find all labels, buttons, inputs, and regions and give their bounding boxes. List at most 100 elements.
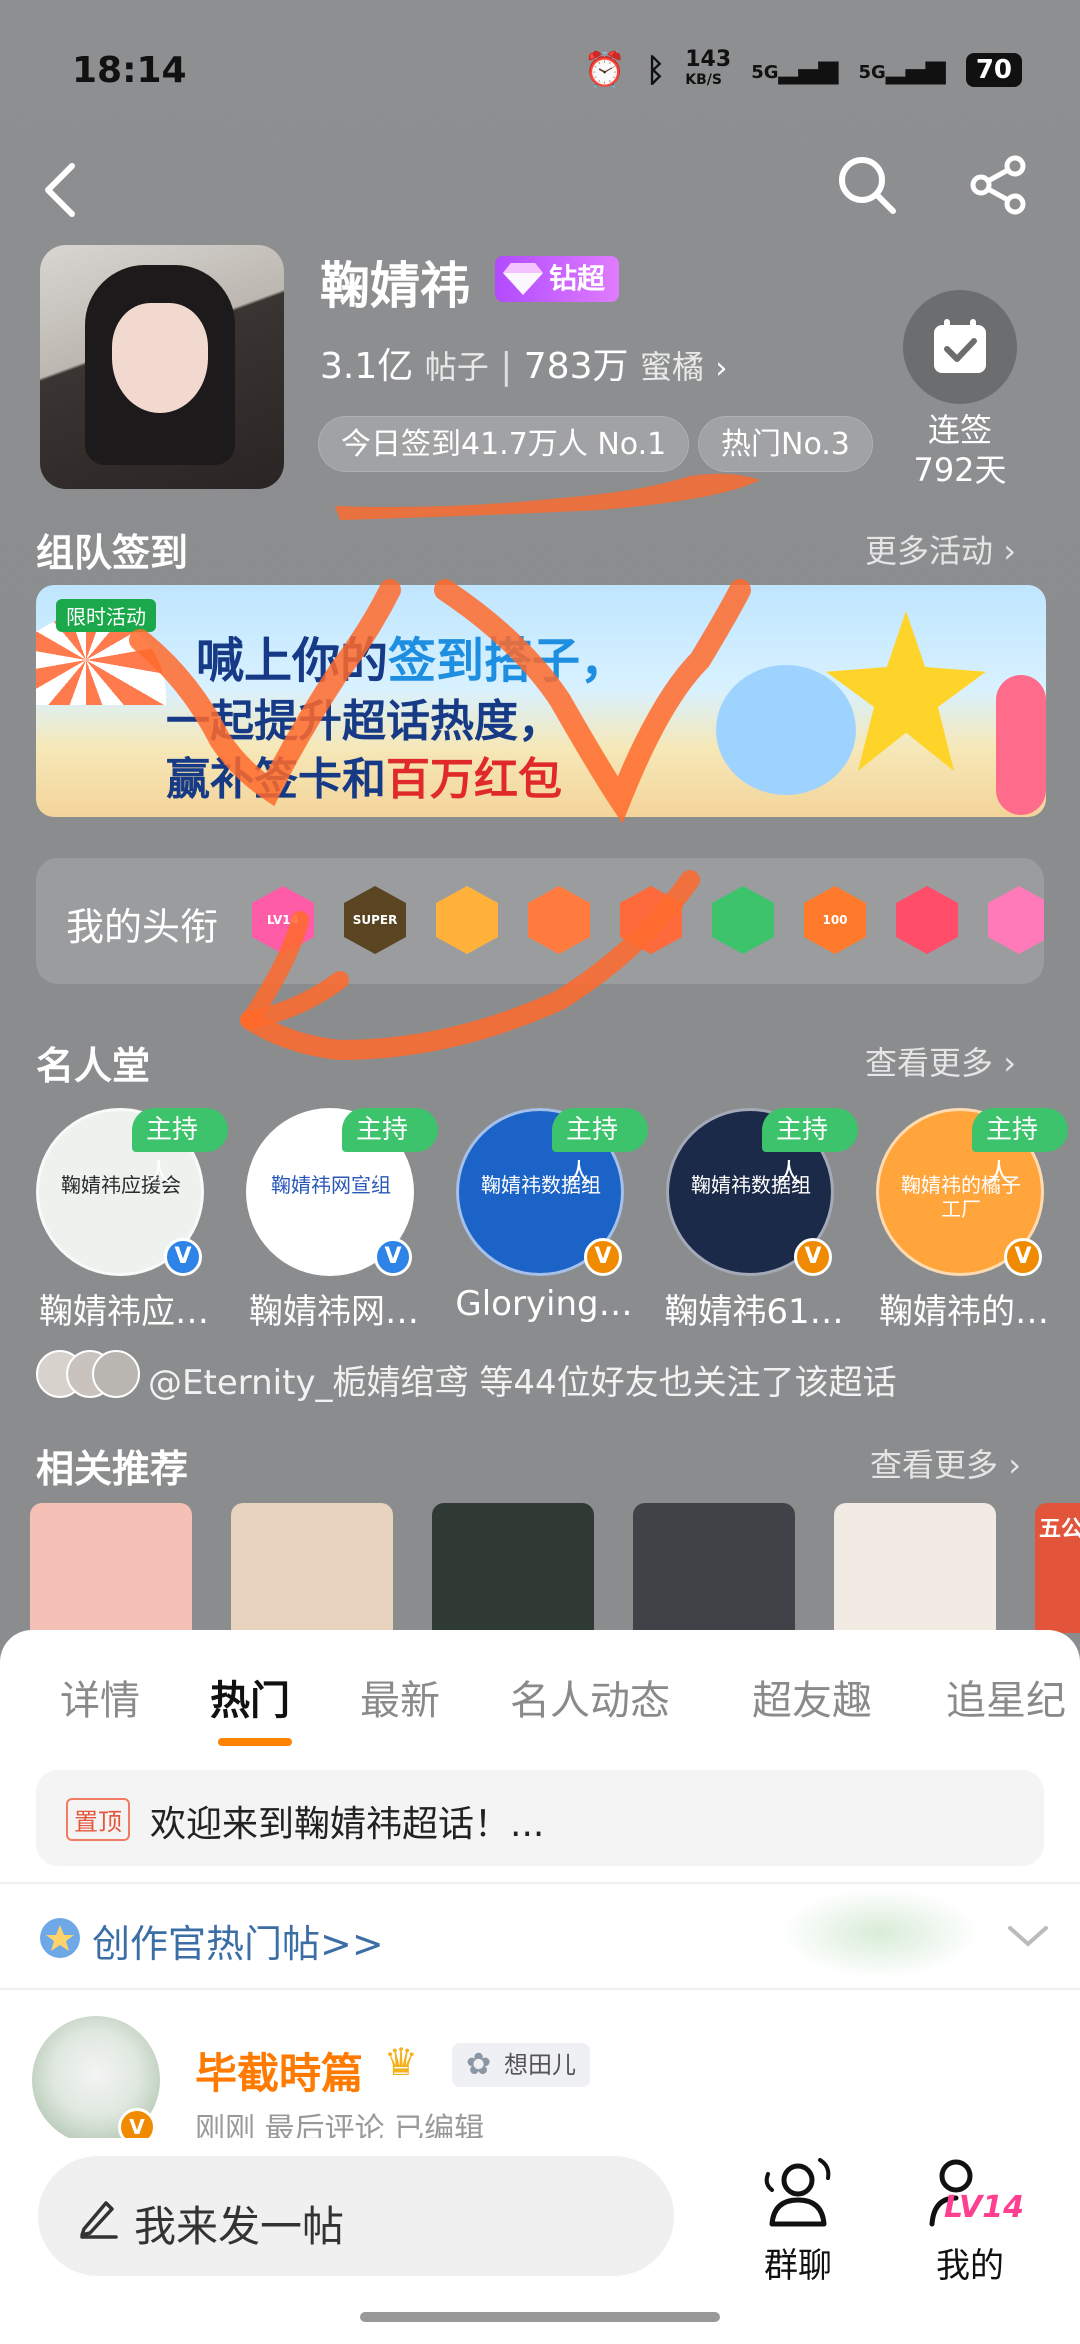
super-crown-badge-icon[interactable]: SUPER: [344, 886, 406, 954]
chevron-right-icon: ›: [1003, 532, 1016, 570]
related-topic-thumb[interactable]: [633, 1503, 795, 1633]
hall-of-fame-member[interactable]: 鞠婧祎网宣组 主持人 V 鞠婧祎网…: [238, 1108, 438, 1328]
back-arrow-icon: [45, 163, 75, 217]
net-speed-unit: KB/S: [685, 72, 722, 88]
hot-rank-pill[interactable]: 热门No.3: [698, 416, 873, 472]
banner-line-3b: 百万红包: [386, 754, 562, 805]
elephant-mascot-icon: [716, 665, 856, 795]
related-topic-thumb[interactable]: [231, 1503, 393, 1633]
diamond-badge-label: 钻超: [549, 262, 606, 295]
bird-badge-icon[interactable]: [620, 886, 682, 954]
related-thumb-text: 五公: [1039, 1517, 1080, 1542]
divider: [0, 1988, 1080, 1990]
diamond-super-badge[interactable]: 钻超: [495, 256, 620, 302]
hall-of-fame-row: 鞠婧祎应援会 主持人 V 鞠婧祎应… 鞠婧祎网宣组 主持人 V 鞠婧祎网… 鞠婧祎数据组 主持人 V…: [28, 1108, 1080, 1328]
hall-of-fame-member[interactable]: 鞠婧祎数据组 主持人 V 鞠婧祎61…: [658, 1108, 858, 1328]
chevron-right-icon: ›: [715, 351, 728, 386]
streak-info: 连签 792天: [890, 410, 1030, 490]
related-topic-thumb[interactable]: [432, 1503, 594, 1633]
banner-line-3: 赢补签卡和百万红包: [166, 743, 562, 807]
member-name: 鞠婧祎网…: [249, 1292, 419, 1328]
banner-line-1a: 喊上你的: [196, 633, 389, 689]
related-topic-thumb[interactable]: [30, 1503, 192, 1633]
related-topic-thumb[interactable]: [834, 1503, 996, 1633]
banner-tag: 限时活动: [56, 599, 156, 632]
creator-badge-icon: [40, 1918, 80, 1958]
banner-line-2: 一起提升超话热度，: [166, 696, 562, 747]
banner-line-3a: 赢补签卡和: [166, 754, 386, 805]
title-badges: LV14 SUPER 100: [252, 886, 1044, 954]
host-tag: 主持人: [762, 1108, 858, 1189]
tab-1[interactable]: 热门: [210, 1668, 290, 1726]
hall-of-fame-more-link[interactable]: 查看更多 ›: [865, 1038, 1016, 1084]
pinned-tag: 置顶: [66, 1798, 130, 1841]
hall-of-fame-member[interactable]: 鞠婧祎数据组 主持人 V Glorying…: [448, 1108, 648, 1328]
tab-2[interactable]: 最新: [360, 1668, 440, 1726]
verified-icon: V: [1004, 1238, 1042, 1276]
status-icons: ⏰ ᛒ 143 KB/S 5G▂▄▆ 5G▂▄▆ 70: [584, 47, 1022, 90]
tab-5[interactable]: 追星纪: [946, 1668, 1066, 1726]
member-name: Glorying…: [455, 1284, 633, 1324]
member-name: 鞠婧祎的…: [879, 1292, 1049, 1328]
posts-count: 3.1亿: [320, 346, 414, 387]
pinned-text: 欢迎来到鞠婧祎超话！...: [150, 1804, 545, 1845]
net-speed-value: 143: [685, 47, 732, 72]
search-button[interactable]: [832, 150, 902, 220]
fans-label: 蜜橘: [639, 348, 704, 386]
tab-4[interactable]: 超友趣: [752, 1668, 872, 1726]
host-tag: 主持人: [552, 1108, 648, 1189]
diamond-icon: [503, 263, 543, 295]
hands-badge-icon[interactable]: [712, 886, 774, 954]
hall-of-fame-member[interactable]: 鞠婧祎的橘子工厂 主持人 V 鞠婧祎的…: [868, 1108, 1068, 1328]
clover-icon: ✿: [466, 2047, 492, 2082]
compose-placeholder: 我来发一帖: [134, 2202, 345, 2251]
topic-stats[interactable]: 3.1亿 帖子 | 783万 蜜橘 ›: [320, 337, 727, 389]
related-more-label: 查看更多: [870, 1446, 999, 1484]
team-checkin-banner[interactable]: 限时活动 喊上你的签到搭子， 一起提升超话热度， 赢补签卡和百万红包: [36, 585, 1046, 817]
tab-0[interactable]: 详情: [60, 1668, 140, 1726]
mine-button[interactable]: LV14 我的: [900, 2150, 1040, 2290]
wing-badge-icon[interactable]: [988, 886, 1044, 954]
post-author-name[interactable]: 毕截時篇: [195, 2040, 363, 2101]
100-days-badge-icon[interactable]: 100: [804, 886, 866, 954]
verified-icon: V: [794, 1238, 832, 1276]
streak-label: 连签: [927, 411, 992, 449]
more-activities-label: 更多活动: [865, 532, 994, 570]
share-icon: [970, 155, 1026, 215]
tab-3[interactable]: 名人动态: [510, 1668, 670, 1726]
mine-label: 我的: [936, 2246, 1004, 2286]
signal-icon: 5G▂▄▆: [751, 55, 839, 85]
fox-badge-icon[interactable]: [528, 886, 590, 954]
level-badge: LV14: [944, 2190, 1024, 2225]
checkin-button[interactable]: [903, 290, 1017, 404]
author-group-tag[interactable]: ✿ 想田儿: [452, 2043, 590, 2087]
signal-label-2: 5G: [858, 62, 886, 83]
trophy-badge-icon[interactable]: [896, 886, 958, 954]
host-tag: 主持人: [132, 1108, 228, 1189]
topic-avatar[interactable]: [40, 245, 284, 489]
active-tab-indicator: [218, 1738, 292, 1746]
fans-count: 783万: [523, 346, 629, 387]
hall-of-fame-member[interactable]: 鞠婧祎应援会 主持人 V 鞠婧祎应…: [28, 1108, 228, 1328]
related-title: 相关推荐: [36, 1447, 189, 1491]
battery-icon: 70: [965, 53, 1022, 87]
group-chat-button[interactable]: 群聊: [738, 2150, 858, 2290]
related-more-link[interactable]: 查看更多 ›: [870, 1440, 1021, 1486]
hall-of-fame-title: 名人堂: [36, 1044, 151, 1088]
crown-badge-icon[interactable]: [436, 886, 498, 954]
chevron-down-icon[interactable]: [1006, 1922, 1050, 1950]
lv14-badge-icon[interactable]: LV14: [252, 886, 314, 954]
back-button[interactable]: [30, 155, 90, 225]
home-indicator: [360, 2312, 720, 2322]
share-button[interactable]: [964, 150, 1034, 220]
net-speed: 143 KB/S: [685, 47, 732, 90]
checkin-rank-pill[interactable]: 今日签到41.7万人 No.1: [318, 416, 690, 472]
creator-hot-link: 创作官热门帖>>: [92, 1922, 384, 1966]
posts-label: 帖子: [424, 348, 489, 386]
group-chat-label: 群聊: [764, 2246, 832, 2286]
more-activities-link[interactable]: 更多活动 ›: [865, 526, 1016, 572]
related-topic-thumb[interactable]: 五公: [1035, 1503, 1080, 1633]
topic-title: 鞠婧祎: [320, 257, 470, 315]
host-tag: 主持人: [972, 1108, 1068, 1189]
friends-follow-note[interactable]: @Eternity_栀婧绾鸢 等44位好友也关注了该超话: [148, 1355, 897, 1404]
